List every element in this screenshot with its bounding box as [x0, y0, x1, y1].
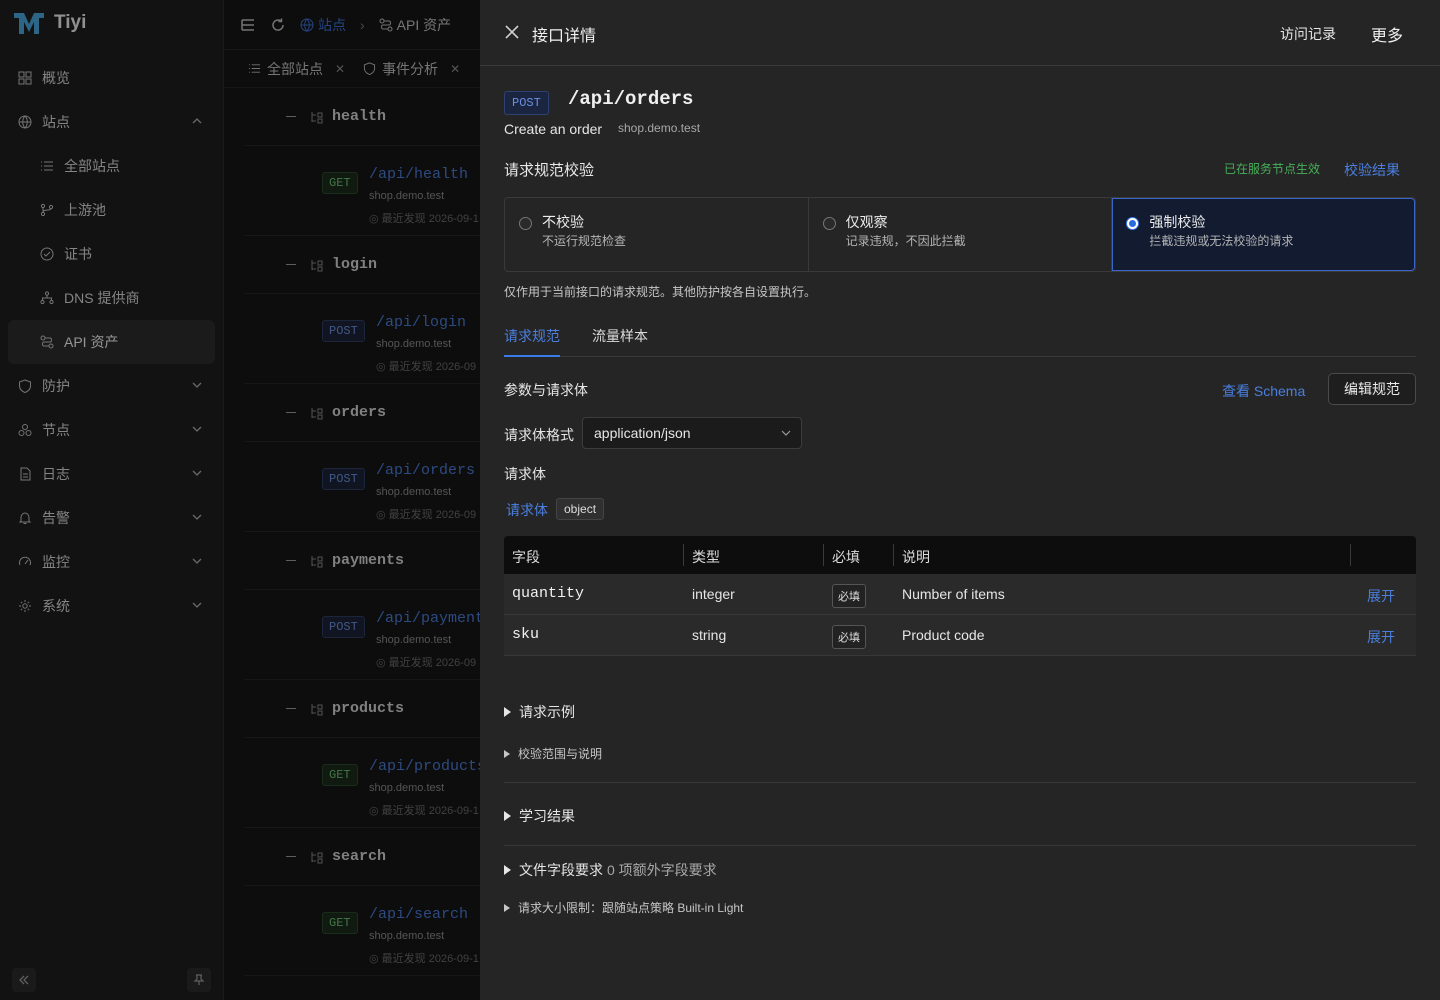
file-fields-label: 文件字段要求: [519, 862, 603, 878]
column-header-required: 必填: [832, 549, 860, 565]
validation-note: 仅作用于当前接口的请求规范。其他防护按各自设置执行。: [504, 285, 817, 299]
caret-right-icon: [504, 865, 511, 875]
validation-mode-group: 不校验 不运行规范检查 仅观察 记录违规，不因此拦截 强制校验 拦截违规或无法校…: [504, 197, 1416, 272]
column-header-type: 类型: [692, 549, 720, 565]
field-type: integer: [692, 586, 735, 602]
mode-title: 仅观察: [845, 214, 888, 230]
tab-request-spec[interactable]: 请求规范: [504, 326, 560, 346]
close-icon[interactable]: [504, 24, 520, 40]
fields-table: 字段 类型 必填 说明 quantity integer 必填 Number o…: [504, 536, 1416, 656]
modal-overlay[interactable]: [0, 0, 480, 1000]
table-row: sku string 必填 Product code 展开: [504, 615, 1416, 656]
api-detail-drawer: 接口详情 访问记录 更多 POST /api/orders Create an …: [480, 0, 1440, 1000]
chevron-down-icon: [781, 430, 791, 436]
radio-button[interactable]: [1126, 217, 1140, 230]
mode-description: 拦截违规或无法校验的请求: [1149, 234, 1294, 248]
file-fields-toggle[interactable]: 文件字段要求 0 项额外字段要求: [504, 860, 717, 880]
validation-mode-option[interactable]: 仅观察 记录违规，不因此拦截: [809, 198, 1113, 271]
body-format-label: 请求体格式: [504, 427, 574, 443]
required-badge: 必填: [832, 584, 866, 608]
caret-right-icon: [504, 749, 510, 758]
radio-button[interactable]: [519, 217, 532, 230]
caret-right-icon: [504, 811, 511, 821]
mode-description: 不运行规范检查: [542, 234, 627, 248]
request-example-label: 请求示例: [519, 704, 575, 720]
request-body-link[interactable]: 请求体: [506, 500, 548, 520]
caret-right-icon: [504, 903, 510, 912]
active-tab-indicator: [504, 355, 560, 357]
edit-spec-button[interactable]: 编辑规范: [1328, 373, 1416, 405]
scope-label: 校验范围与说明: [518, 747, 603, 761]
divider: [504, 845, 1416, 846]
request-body-title: 请求体: [504, 466, 546, 482]
field-name: sku: [512, 626, 540, 643]
detail-tabs: 请求规范 流量样本: [504, 316, 1416, 357]
learning-toggle[interactable]: 学习结果: [504, 806, 575, 826]
validation-title: 请求规范校验: [504, 162, 595, 179]
more-button[interactable]: 更多: [1371, 22, 1403, 46]
method-badge: POST: [504, 91, 549, 115]
api-host: shop.demo.test: [618, 121, 701, 135]
column-divider: [823, 544, 824, 566]
params-title: 参数与请求体: [504, 382, 588, 398]
visit-log-button[interactable]: 访问记录: [1280, 24, 1336, 44]
scope-toggle[interactable]: 校验范围与说明: [504, 745, 602, 762]
radio-button[interactable]: [822, 217, 836, 230]
divider: [504, 782, 1416, 783]
validation-result-link[interactable]: 校验结果: [1344, 160, 1400, 180]
column-divider: [683, 544, 684, 566]
size-limit-label: 请求大小限制：跟随站点策略 Built-in Light: [518, 901, 744, 915]
drawer-title: 接口详情: [532, 28, 597, 45]
field-description: Number of items: [902, 586, 1005, 602]
validation-status: 已在服务节点生效: [1224, 162, 1321, 176]
required-badge: 必填: [832, 625, 866, 649]
mode-title: 不校验: [542, 214, 584, 230]
field-type: string: [692, 627, 727, 643]
field-description: Product code: [902, 627, 985, 643]
mode-title: 强制校验: [1149, 214, 1206, 230]
drawer-header: 接口详情 访问记录 更多: [480, 0, 1440, 66]
tab-traffic-samples[interactable]: 流量样本: [592, 326, 648, 346]
table-row: quantity integer 必填 Number of items 展开: [504, 574, 1416, 615]
column-divider: [1350, 544, 1351, 566]
column-divider: [893, 544, 894, 566]
request-example-toggle[interactable]: 请求示例: [504, 702, 575, 722]
api-description: Create an order: [504, 121, 603, 137]
api-path: /api/orders: [568, 88, 694, 110]
field-name: quantity: [512, 585, 585, 602]
table-header: 字段 类型 必填 说明: [504, 536, 1416, 574]
learning-label: 学习结果: [519, 808, 575, 824]
expand-link[interactable]: 展开: [1367, 627, 1395, 647]
size-limit-toggle[interactable]: 请求大小限制：跟随站点策略 Built-in Light: [504, 899, 743, 916]
expand-link[interactable]: 展开: [1367, 586, 1395, 606]
body-format-select[interactable]: application/json: [582, 417, 802, 449]
table-body: quantity integer 必填 Number of items 展开 sk…: [504, 574, 1416, 656]
body-format-value: application/json: [594, 425, 691, 441]
view-schema-link[interactable]: 查看 Schema: [1222, 381, 1305, 401]
column-header-desc: 说明: [902, 549, 930, 565]
body-type-tag: object: [556, 498, 605, 520]
caret-right-icon: [504, 707, 511, 717]
mode-description: 记录违规，不因此拦截: [845, 234, 966, 248]
validation-mode-option[interactable]: 强制校验 拦截违规或无法校验的请求: [1112, 198, 1416, 271]
file-fields-count: 0 项额外字段要求: [607, 862, 717, 878]
column-header-field: 字段: [512, 549, 540, 565]
validation-mode-option[interactable]: 不校验 不运行规范检查: [505, 198, 809, 271]
